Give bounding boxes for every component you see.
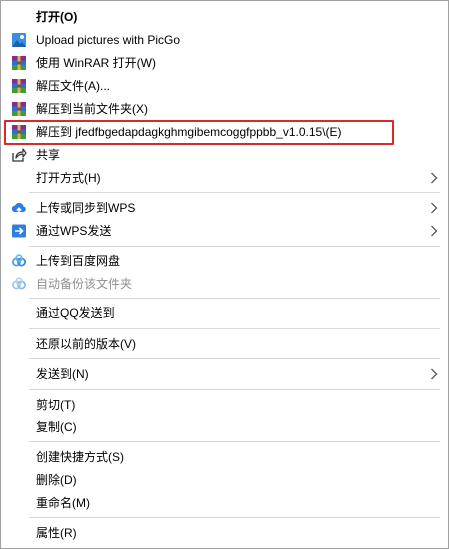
menu-item-label: 自动备份该文件夹: [36, 277, 133, 291]
menu-item-label: 上传到百度网盘: [36, 254, 121, 268]
menu-item-label: 重命名(M): [36, 496, 90, 510]
menu-item-label: 通过QQ发送到: [36, 306, 115, 320]
separator: [29, 389, 440, 390]
send-arrow-icon: [12, 224, 26, 238]
menu-item-baidu-upload[interactable]: 上传到百度网盘: [1, 250, 448, 272]
menu-item-label: 通过WPS发送: [36, 224, 112, 238]
menu-item-label: 解压到当前文件夹(X): [36, 102, 148, 116]
cloud-upload-icon: [11, 202, 26, 215]
menu-item-label: 复制(C): [36, 420, 77, 434]
menu-item-label: 打开(O): [36, 10, 78, 24]
chevron-right-icon: [431, 225, 438, 237]
menu-item-label: 还原以前的版本(V): [36, 337, 136, 351]
menu-item-extract-here[interactable]: 解压到当前文件夹(X): [1, 98, 448, 120]
baidu-netdisk-icon: [12, 277, 26, 290]
menu-item-label: 剪切(T): [36, 398, 76, 412]
menu-item-open[interactable]: 打开(O): [1, 6, 448, 28]
picgo-icon: [12, 33, 26, 47]
baidu-netdisk-icon: [12, 254, 26, 267]
menu-item-send-to[interactable]: 发送到(N): [1, 363, 448, 385]
winrar-icon: [12, 56, 26, 70]
menu-item-properties[interactable]: 属性(R): [1, 522, 448, 544]
menu-item-copy[interactable]: 复制(C): [1, 416, 448, 438]
menu-item-winrar-open[interactable]: 使用 WinRAR 打开(W): [1, 52, 448, 74]
menu-item-label: 解压文件(A)...: [36, 79, 110, 93]
separator: [29, 298, 440, 299]
menu-item-extract-files[interactable]: 解压文件(A)...: [1, 75, 448, 97]
menu-item-restore[interactable]: 还原以前的版本(V): [1, 333, 448, 355]
menu-item-label: 使用 WinRAR 打开(W): [36, 56, 156, 70]
menu-item-wps-upload[interactable]: 上传或同步到WPS: [1, 197, 448, 219]
menu-item-picgo[interactable]: Upload pictures with PicGo: [1, 29, 448, 51]
menu-item-label: 上传或同步到WPS: [36, 201, 136, 215]
winrar-icon: [12, 102, 26, 116]
separator: [29, 246, 440, 247]
separator: [29, 192, 440, 193]
menu-item-delete[interactable]: 删除(D): [1, 469, 448, 491]
menu-item-rename[interactable]: 重命名(M): [1, 492, 448, 514]
context-menu: 打开(O) Upload pictures with PicGo 使用 WinR…: [0, 0, 449, 549]
menu-item-share[interactable]: 共享: [1, 144, 448, 166]
menu-item-label: Upload pictures with PicGo: [36, 33, 181, 47]
menu-item-label: 打开方式(H): [36, 171, 101, 185]
chevron-right-icon: [431, 202, 438, 214]
menu-item-create-shortcut[interactable]: 创建快捷方式(S): [1, 446, 448, 468]
menu-item-label: 删除(D): [36, 473, 77, 487]
chevron-right-icon: [431, 172, 438, 184]
menu-item-label: 创建快捷方式(S): [36, 450, 124, 464]
menu-item-open-with[interactable]: 打开方式(H): [1, 167, 448, 189]
menu-item-baidu-backup[interactable]: 自动备份该文件夹: [1, 273, 448, 295]
separator: [29, 358, 440, 359]
menu-item-label: 属性(R): [36, 526, 77, 540]
menu-item-label: 发送到(N): [36, 367, 89, 381]
share-icon: [12, 148, 27, 162]
menu-item-cut[interactable]: 剪切(T): [1, 394, 448, 416]
menu-item-wps-send[interactable]: 通过WPS发送: [1, 220, 448, 242]
separator: [29, 517, 440, 518]
winrar-icon: [12, 79, 26, 93]
chevron-right-icon: [431, 368, 438, 380]
highlight-box: [4, 120, 394, 145]
separator: [29, 441, 440, 442]
menu-item-qq-send[interactable]: 通过QQ发送到: [1, 302, 448, 324]
separator: [29, 328, 440, 329]
menu-item-label: 共享: [36, 148, 61, 162]
